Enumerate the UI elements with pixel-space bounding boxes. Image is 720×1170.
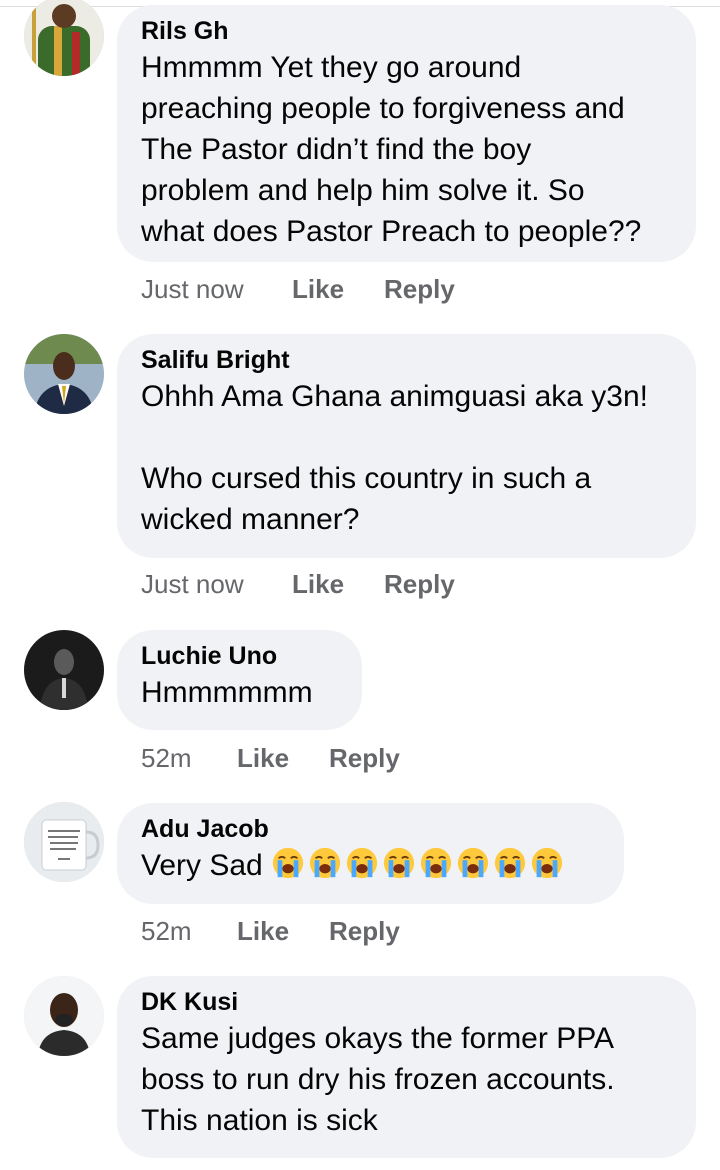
comment-text: Hmmmm Yet they go around preaching peopl… (141, 51, 642, 248)
comment-author[interactable]: Luchie Uno (141, 640, 338, 672)
comment-author[interactable]: DK Kusi (141, 986, 672, 1018)
comment-bubble: Adu Jacob Very Sad (117, 803, 624, 904)
reply-button[interactable]: Reply (384, 569, 455, 600)
like-button[interactable]: Like (292, 569, 344, 600)
avatar-image (24, 334, 104, 414)
loudly-crying-face-icon (272, 847, 304, 879)
comment-author[interactable]: Rils Gh (141, 15, 672, 47)
avatar-adu-jacob[interactable] (24, 802, 104, 882)
comment-text: Very Sad (141, 845, 600, 886)
avatar-salifu-bright[interactable] (24, 334, 104, 414)
comment-timestamp[interactable]: 52m (141, 916, 192, 947)
like-button[interactable]: Like (237, 916, 289, 947)
loudly-crying-face-icon (309, 847, 341, 879)
avatar-image (24, 802, 104, 882)
comment-bubble: Luchie Uno Hmmmmmm (117, 630, 362, 730)
comment-text: Ohhh Ama Ghana animguasi aka y3n! Who cu… (141, 380, 648, 536)
comment-author[interactable]: Adu Jacob (141, 813, 600, 845)
comment-timestamp[interactable]: Just now (141, 569, 244, 600)
comment-timestamp[interactable]: Just now (141, 274, 244, 305)
comment-timestamp[interactable]: 52m (141, 743, 192, 774)
avatar-luchie-uno[interactable] (24, 630, 104, 710)
reply-button[interactable]: Reply (384, 274, 455, 305)
loudly-crying-face-icon (346, 847, 378, 879)
avatar-image (24, 0, 104, 76)
comment-text-content: Very Sad (141, 849, 263, 882)
emoji-row (271, 847, 567, 882)
loudly-crying-face-icon (383, 847, 415, 879)
avatar-image (24, 976, 104, 1056)
loudly-crying-face-icon (457, 847, 489, 879)
loudly-crying-face-icon (531, 847, 563, 879)
reply-button[interactable]: Reply (329, 743, 400, 774)
loudly-crying-face-icon (420, 847, 452, 879)
comment-bubble: Rils Gh Hmmmm Yet they go around preachi… (117, 5, 696, 262)
loudly-crying-face-icon (494, 847, 526, 879)
like-button[interactable]: Like (237, 743, 289, 774)
comment-bubble: Salifu Bright Ohhh Ama Ghana animguasi a… (117, 334, 696, 558)
comment-text: Same judges okays the former PPA boss to… (141, 1022, 615, 1137)
reply-button[interactable]: Reply (329, 916, 400, 947)
comment-author[interactable]: Salifu Bright (141, 344, 672, 376)
avatar-image (24, 630, 104, 710)
avatar-dk-kusi[interactable] (24, 976, 104, 1056)
comment-text: Hmmmmmm (141, 676, 313, 709)
comment-bubble: DK Kusi Same judges okays the former PPA… (117, 976, 696, 1158)
avatar-rils-gh[interactable] (24, 0, 104, 76)
like-button[interactable]: Like (292, 274, 344, 305)
